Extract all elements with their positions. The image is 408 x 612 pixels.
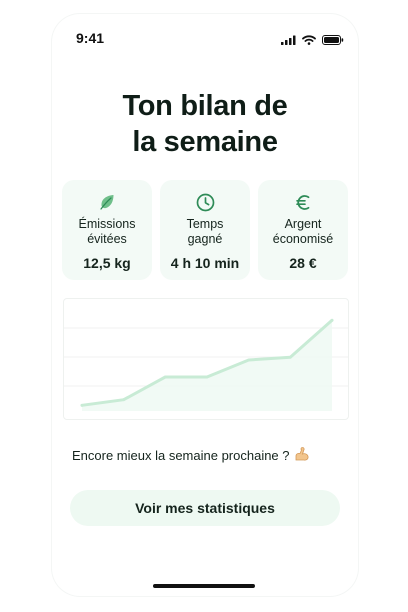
view-statistics-button[interactable]: Voir mes statistiques xyxy=(70,490,340,526)
leaf-icon xyxy=(97,192,117,212)
status-time: 9:41 xyxy=(76,30,105,46)
stat-value: 4 h 10 min xyxy=(170,255,240,271)
chart-point xyxy=(163,375,167,379)
chart-point xyxy=(288,355,292,359)
status-bar: 9:41 xyxy=(52,14,358,62)
encouragement-prompt: Encore mieux la semaine prochaine ? xyxy=(72,446,310,465)
chart-point xyxy=(122,398,126,402)
stat-label: Émissions évitées xyxy=(78,217,136,246)
page-title-line-2: la semaine xyxy=(132,126,278,158)
chart-area xyxy=(82,320,332,411)
page-title-line-1: Ton bilan de xyxy=(122,90,288,122)
chart-point xyxy=(247,358,251,362)
clock-icon xyxy=(195,192,215,212)
stat-value: 28 € xyxy=(289,255,317,271)
chart-svg xyxy=(64,318,348,411)
battery-icon xyxy=(322,32,344,50)
stat-card-emissions: Émissions évitées 12,5 kg xyxy=(62,180,152,280)
stat-label: Argent économisé xyxy=(272,217,334,246)
signal-icon xyxy=(281,32,296,50)
stat-card-money: Argent économisé 28 € xyxy=(258,180,348,280)
stat-label: Temps gagné xyxy=(186,217,224,246)
status-icons xyxy=(281,32,344,50)
page-title: Ton bilan de la semaine xyxy=(52,88,358,160)
flexed-biceps-icon xyxy=(294,446,310,465)
phone-screen: 9:41 Ton bilan de la semaine Émissions é… xyxy=(52,14,358,596)
stats-cards: Émissions évitées 12,5 kg Temps gagné 4 … xyxy=(62,180,348,280)
stat-card-time: Temps gagné 4 h 10 min xyxy=(160,180,250,280)
chart-point xyxy=(80,403,84,407)
weekly-chart xyxy=(63,298,349,420)
wifi-icon xyxy=(302,32,316,50)
stat-value: 12,5 kg xyxy=(83,255,131,271)
euro-icon xyxy=(293,192,313,212)
chart-point xyxy=(205,375,209,379)
home-indicator xyxy=(153,584,255,588)
prompt-text: Encore mieux la semaine prochaine ? xyxy=(72,448,290,463)
chart-point xyxy=(330,318,334,322)
